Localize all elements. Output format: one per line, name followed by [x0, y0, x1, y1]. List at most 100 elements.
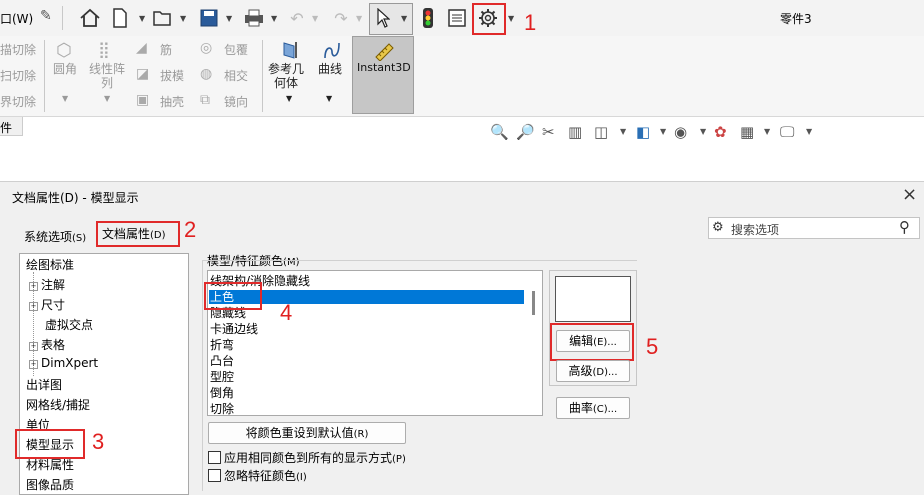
- reset-colors-button-label: 将颜色重设到默认值: [245, 426, 354, 440]
- reference-geometry-label-2: 何体: [274, 76, 299, 90]
- tree-item-dimensions-label: 尺寸: [41, 298, 66, 312]
- undo-dropdown-icon[interactable]: ▼: [312, 14, 318, 23]
- fillet-button[interactable]: 圆角: [53, 60, 77, 77]
- draft-icon: ◪: [136, 66, 150, 82]
- save-icon[interactable]: [198, 6, 220, 30]
- separator: [62, 6, 63, 30]
- close-button[interactable]: ×: [902, 184, 917, 205]
- print-dropdown-icon[interactable]: ▼: [271, 14, 277, 23]
- fillet-dropdown-icon[interactable]: ▼: [62, 94, 68, 103]
- new-dropdown-icon[interactable]: ▼: [139, 14, 145, 23]
- tree-item-dimxpert[interactable]: + DimXpert: [29, 356, 98, 370]
- dynamic-annotation-icon[interactable]: ◫: [594, 123, 608, 141]
- list-scrollbar-thumb[interactable]: [532, 291, 535, 315]
- advanced-button[interactable]: 高级(D)...: [556, 360, 630, 382]
- list-item-chamfer[interactable]: 倒角: [210, 385, 234, 401]
- scene-icon[interactable]: ▦: [740, 123, 754, 141]
- advanced-button-key: (D)...: [592, 367, 618, 378]
- curvature-button-key: (C)...: [592, 404, 618, 415]
- annotation-number-2: 2: [184, 217, 197, 242]
- previous-view-icon[interactable]: ✂: [542, 123, 555, 141]
- rib-button[interactable]: 筋: [160, 41, 172, 58]
- view-toolbar-strip: 件 🔍 🔎 ✂ ▥ ◫ ▼ ◧ ▼ ◉ ▼ ✿ ▦ ▼ 🖵 ▼: [0, 117, 924, 147]
- instant3d-label: Instant3D: [357, 61, 411, 74]
- search-input[interactable]: ⚙ 搜索选项 ⚲: [708, 217, 920, 239]
- tree-item-detailing[interactable]: 出详图: [26, 376, 62, 393]
- expand-icon[interactable]: +: [29, 360, 38, 369]
- curvature-button[interactable]: 曲率(C)...: [556, 397, 630, 419]
- display-style-icon[interactable]: ◉: [674, 123, 687, 141]
- mirror-button[interactable]: 镜向: [224, 93, 248, 110]
- ribbon-item-boundary-cut[interactable]: 界切除: [0, 93, 36, 110]
- intersect-button[interactable]: 相交: [224, 67, 248, 84]
- section-view-icon[interactable]: ▥: [568, 123, 582, 141]
- redo-icon[interactable]: ↷: [330, 6, 352, 30]
- tree-item-dimensions[interactable]: + 尺寸: [29, 296, 65, 313]
- search-placeholder: 搜索选项: [731, 223, 780, 237]
- pin-icon[interactable]: ✎: [40, 8, 52, 24]
- view-dropdown-icon[interactable]: ▼: [620, 127, 626, 136]
- appearance-icon[interactable]: ✿: [714, 123, 727, 141]
- annotation-box-5: [550, 323, 634, 361]
- list-item-cavity[interactable]: 型腔: [210, 369, 234, 385]
- tree-item-image-quality[interactable]: 图像品质: [26, 476, 74, 493]
- zoom-area-icon[interactable]: 🔎: [516, 123, 535, 141]
- expand-icon[interactable]: +: [29, 282, 38, 291]
- traffic-light-icon[interactable]: [420, 6, 436, 30]
- display-dropdown-icon[interactable]: ▼: [700, 127, 706, 136]
- list-item-boss[interactable]: 凸台: [210, 353, 234, 369]
- print-icon[interactable]: [242, 6, 266, 30]
- apply-same-color-checkbox[interactable]: [208, 451, 221, 464]
- reference-geometry-dropdown-icon[interactable]: ▼: [286, 94, 292, 103]
- tree-item-drafting-standard[interactable]: 绘图标准: [26, 256, 74, 273]
- select-dropdown-icon[interactable]: ▼: [401, 14, 407, 23]
- pattern-dropdown-icon[interactable]: ▼: [104, 94, 110, 103]
- home-icon[interactable]: [78, 6, 102, 30]
- search-gear-icon: ⚙: [712, 220, 724, 235]
- tab-part[interactable]: 件: [0, 117, 23, 136]
- redo-dropdown-icon[interactable]: ▼: [356, 14, 362, 23]
- instant3d-button[interactable]: Instant3D: [352, 36, 414, 114]
- monitor-dropdown-icon[interactable]: ▼: [806, 127, 812, 136]
- top-toolbar: 口(W) ✎ ▼ ▼ ▼ ▼ ↶ ▼ ↷ ▼ ▼ ▼ 1 零件3: [0, 0, 924, 36]
- ribbon-item-swept-cut[interactable]: 描切除: [0, 41, 36, 58]
- feature-ribbon: 描切除 扫切除 界切除 ⬡ 圆角 ▼ ⣿ 线性阵 列 ▼ ◢ 筋 ◪ 拔模 ▣ …: [0, 36, 924, 117]
- list-item-bend[interactable]: 折弯: [210, 337, 234, 353]
- orientation-dropdown-icon[interactable]: ▼: [660, 127, 666, 136]
- wrap-button[interactable]: 包覆: [224, 41, 248, 58]
- list-item-cut[interactable]: 切除: [210, 401, 234, 415]
- open-icon[interactable]: [152, 6, 174, 30]
- tree-item-grid-snap[interactable]: 网格线/捕捉: [26, 396, 90, 413]
- undo-icon[interactable]: ↶: [286, 6, 308, 30]
- intersect-icon: ◍: [200, 66, 213, 82]
- save-dropdown-icon[interactable]: ▼: [226, 14, 232, 23]
- curves-button[interactable]: 曲线: [318, 60, 342, 77]
- graphics-area: [0, 147, 924, 181]
- ignore-feature-colors-checkbox[interactable]: [208, 469, 221, 482]
- view-orientation-icon[interactable]: ◧: [636, 123, 650, 141]
- ribbon-item-loft-cut[interactable]: 扫切除: [0, 67, 36, 84]
- options-dropdown-icon[interactable]: ▼: [508, 14, 514, 23]
- expand-icon[interactable]: +: [29, 302, 38, 311]
- tree-item-virtual-sharps[interactable]: 虚拟交点: [45, 316, 93, 333]
- curves-dropdown-icon[interactable]: ▼: [326, 94, 332, 103]
- tree-item-tables[interactable]: + 表格: [29, 336, 65, 353]
- new-document-icon[interactable]: [110, 6, 130, 30]
- shell-button[interactable]: 抽壳: [160, 93, 184, 110]
- select-arrow-icon[interactable]: [374, 6, 392, 30]
- annotation-number-4: 4: [280, 300, 293, 325]
- scene-dropdown-icon[interactable]: ▼: [764, 127, 770, 136]
- reset-colors-button[interactable]: 将颜色重设到默认值(R): [208, 422, 406, 444]
- annotation-number-5: 5: [646, 334, 659, 359]
- zoom-to-fit-icon[interactable]: 🔍: [490, 123, 509, 141]
- draft-button[interactable]: 拔模: [160, 67, 184, 84]
- tree-item-annotations[interactable]: + 注解: [29, 276, 65, 293]
- file-properties-icon[interactable]: [446, 6, 468, 30]
- list-item-silhouette[interactable]: 卡通边线: [210, 321, 258, 337]
- tab-system-options[interactable]: 系统选项(S): [24, 228, 86, 245]
- curvature-button-label: 曲率: [568, 401, 593, 415]
- open-dropdown-icon[interactable]: ▼: [180, 14, 186, 23]
- window-menu-label[interactable]: 口(W): [0, 10, 33, 27]
- monitor-icon[interactable]: 🖵: [780, 123, 794, 141]
- expand-icon[interactable]: +: [29, 342, 38, 351]
